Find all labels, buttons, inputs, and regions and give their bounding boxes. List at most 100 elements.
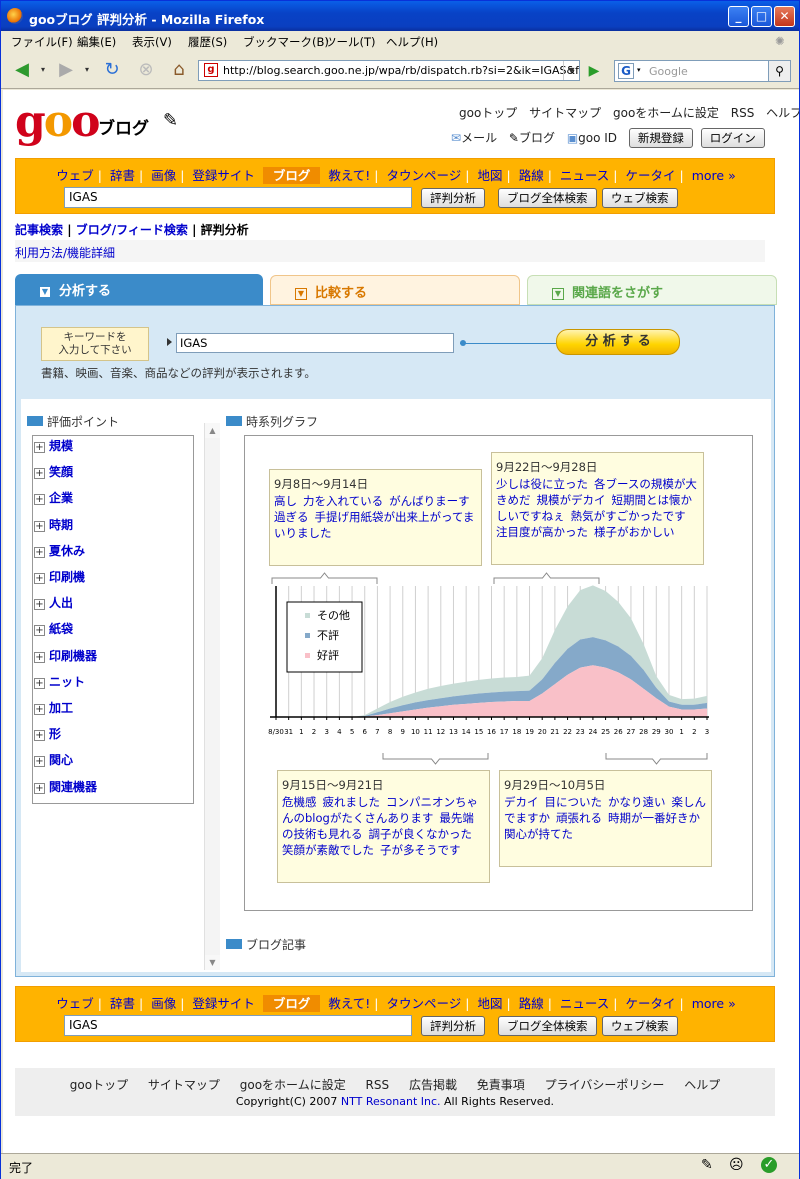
menu-view[interactable]: 表示(V) xyxy=(132,34,172,50)
eval-item-link[interactable]: 加工 xyxy=(49,701,73,715)
minimize-button[interactable]: _ xyxy=(728,6,749,27)
list-item[interactable]: + 笑顔 xyxy=(34,463,73,480)
reputation-button-bottom[interactable]: 評判分析 xyxy=(421,1016,485,1036)
tab-images[interactable]: 画像 xyxy=(151,996,176,1011)
search-input-bottom[interactable]: IGAS xyxy=(64,1015,412,1036)
menu-edit[interactable]: 編集(E) xyxy=(77,34,116,50)
expand-icon[interactable]: + xyxy=(34,442,45,453)
blog-search-button-bottom[interactable]: ブログ全体検索 xyxy=(498,1016,597,1036)
expand-icon[interactable]: + xyxy=(34,521,45,532)
menu-bookmarks[interactable]: ブックマーク(B) xyxy=(243,34,329,50)
search-box[interactable]: G ▾ Google ⚲ xyxy=(614,60,791,82)
company-link[interactable]: NTT Resonant Inc. xyxy=(341,1095,441,1108)
back-icon[interactable]: ◀ xyxy=(9,57,35,83)
tab-more[interactable]: more » xyxy=(692,168,736,183)
list-item[interactable]: + 紙袋 xyxy=(34,620,73,637)
list-item[interactable]: + 形 xyxy=(34,725,61,742)
footer-link[interactable]: 広告掲載 xyxy=(409,1078,457,1092)
stop-icon[interactable]: ⊗ xyxy=(133,57,159,83)
tab-townpage[interactable]: タウンページ xyxy=(387,168,462,183)
tab-mobile[interactable]: ケータイ xyxy=(626,168,676,183)
menu-tools[interactable]: ツール(T) xyxy=(325,34,376,50)
link-help[interactable]: ヘルプ xyxy=(766,106,799,120)
eval-item-link[interactable]: 笑顔 xyxy=(49,465,73,479)
eval-item-link[interactable]: 企業 xyxy=(49,491,73,505)
tab-news[interactable]: ニュース xyxy=(560,996,609,1011)
tab-blog-active[interactable]: ブログ xyxy=(262,995,321,1012)
tab-blog-active[interactable]: ブログ xyxy=(262,167,321,184)
expand-icon[interactable]: + xyxy=(34,678,45,689)
menu-history[interactable]: 履歴(S) xyxy=(188,34,227,50)
tab-registered-sites[interactable]: 登録サイト xyxy=(192,168,255,183)
footer-link[interactable]: gooトップ xyxy=(70,1078,128,1092)
menu-help[interactable]: ヘルプ(H) xyxy=(386,34,438,50)
tab-web[interactable]: ウェブ xyxy=(56,996,94,1011)
scroll-up-icon[interactable]: ▲ xyxy=(205,423,220,438)
register-button[interactable]: 新規登録 xyxy=(628,128,693,148)
link-goo-top[interactable]: gooトップ xyxy=(459,106,517,120)
footer-link[interactable]: gooをホームに設定 xyxy=(240,1078,346,1092)
link-rss[interactable]: RSS xyxy=(731,106,755,120)
maximize-button[interactable]: □ xyxy=(751,6,772,27)
expand-icon[interactable]: + xyxy=(34,547,45,558)
tab-analyze[interactable]: ▼ 分析する xyxy=(15,274,263,306)
eval-item-link[interactable]: 形 xyxy=(49,727,61,741)
tab-map[interactable]: 地図 xyxy=(477,996,502,1011)
expand-icon[interactable]: + xyxy=(34,599,45,610)
usage-link[interactable]: 利用方法/機能詳細 xyxy=(15,246,115,260)
link-set-home[interactable]: gooをホームに設定 xyxy=(613,106,719,120)
tab-news[interactable]: ニュース xyxy=(560,168,609,183)
go-icon[interactable]: ▶ xyxy=(584,61,604,81)
link-sitemap[interactable]: サイトマップ xyxy=(529,106,601,120)
list-item[interactable]: + 印刷機 xyxy=(34,568,85,585)
tab-images[interactable]: 画像 xyxy=(151,168,176,183)
list-item[interactable]: + 時期 xyxy=(34,516,73,533)
list-item[interactable]: + 夏休み xyxy=(34,542,85,559)
reload-icon[interactable]: ↻ xyxy=(99,57,125,83)
search-icon[interactable]: ⚲ xyxy=(768,61,790,81)
expand-icon[interactable]: + xyxy=(34,573,45,584)
analyze-button[interactable]: 分 析 す る xyxy=(556,329,680,355)
link-blog[interactable]: ブログ xyxy=(519,131,555,145)
footer-link[interactable]: 免責事項 xyxy=(477,1078,525,1092)
tab-townpage[interactable]: タウンページ xyxy=(387,996,462,1011)
tab-dictionary[interactable]: 辞書 xyxy=(110,996,135,1011)
expand-icon[interactable]: + xyxy=(34,730,45,741)
tab-route[interactable]: 路線 xyxy=(519,168,544,183)
tab-registered-sites[interactable]: 登録サイト xyxy=(192,996,255,1011)
expand-icon[interactable]: + xyxy=(34,468,45,479)
tab-more[interactable]: more » xyxy=(692,996,736,1011)
scroll-down-icon[interactable]: ▼ xyxy=(205,955,220,970)
eval-item-link[interactable]: 紙袋 xyxy=(49,622,73,636)
expand-icon[interactable]: + xyxy=(34,783,45,794)
forward-icon[interactable]: ▶ xyxy=(53,57,79,83)
eval-item-link[interactable]: 時期 xyxy=(49,518,73,532)
tab-dictionary[interactable]: 辞書 xyxy=(110,168,135,183)
footer-link[interactable]: RSS xyxy=(366,1078,390,1092)
search-input-top[interactable]: IGAS xyxy=(64,187,412,208)
list-item[interactable]: + 関心 xyxy=(34,751,73,768)
breadcrumb-blog-feed-search[interactable]: ブログ/フィード検索 xyxy=(76,223,188,237)
close-button[interactable]: ✕ xyxy=(774,6,795,27)
tab-related[interactable]: ▼ 関連語をさがす xyxy=(527,275,777,305)
eval-item-link[interactable]: 印刷機器 xyxy=(49,649,97,663)
list-item[interactable]: + 企業 xyxy=(34,489,73,506)
list-item[interactable]: + 印刷機器 xyxy=(34,647,97,664)
breadcrumb-article-search[interactable]: 記事検索 xyxy=(15,223,63,237)
expand-icon[interactable]: + xyxy=(34,625,45,636)
tab-web[interactable]: ウェブ xyxy=(56,168,94,183)
smiley-icon[interactable]: ☹ xyxy=(729,1157,744,1173)
tab-route[interactable]: 路線 xyxy=(519,996,544,1011)
url-bar[interactable]: g http://blog.search.goo.ne.jp/wpa/rb/di… xyxy=(198,60,580,81)
check-icon[interactable]: ✓ xyxy=(761,1157,777,1173)
url-dropdown-icon[interactable]: ▼ xyxy=(563,61,579,80)
web-search-button-top[interactable]: ウェブ検索 xyxy=(602,188,678,208)
tab-map[interactable]: 地図 xyxy=(477,168,502,183)
eval-item-link[interactable]: 印刷機 xyxy=(49,570,85,584)
back-history-chevron-icon[interactable]: ▾ xyxy=(37,57,49,83)
eval-item-link[interactable]: ニット xyxy=(49,675,85,689)
home-icon[interactable]: ⌂ xyxy=(166,57,192,83)
eval-item-link[interactable]: 人出 xyxy=(49,596,73,610)
list-item[interactable]: + 規模 xyxy=(34,437,73,454)
expand-icon[interactable]: + xyxy=(34,756,45,767)
